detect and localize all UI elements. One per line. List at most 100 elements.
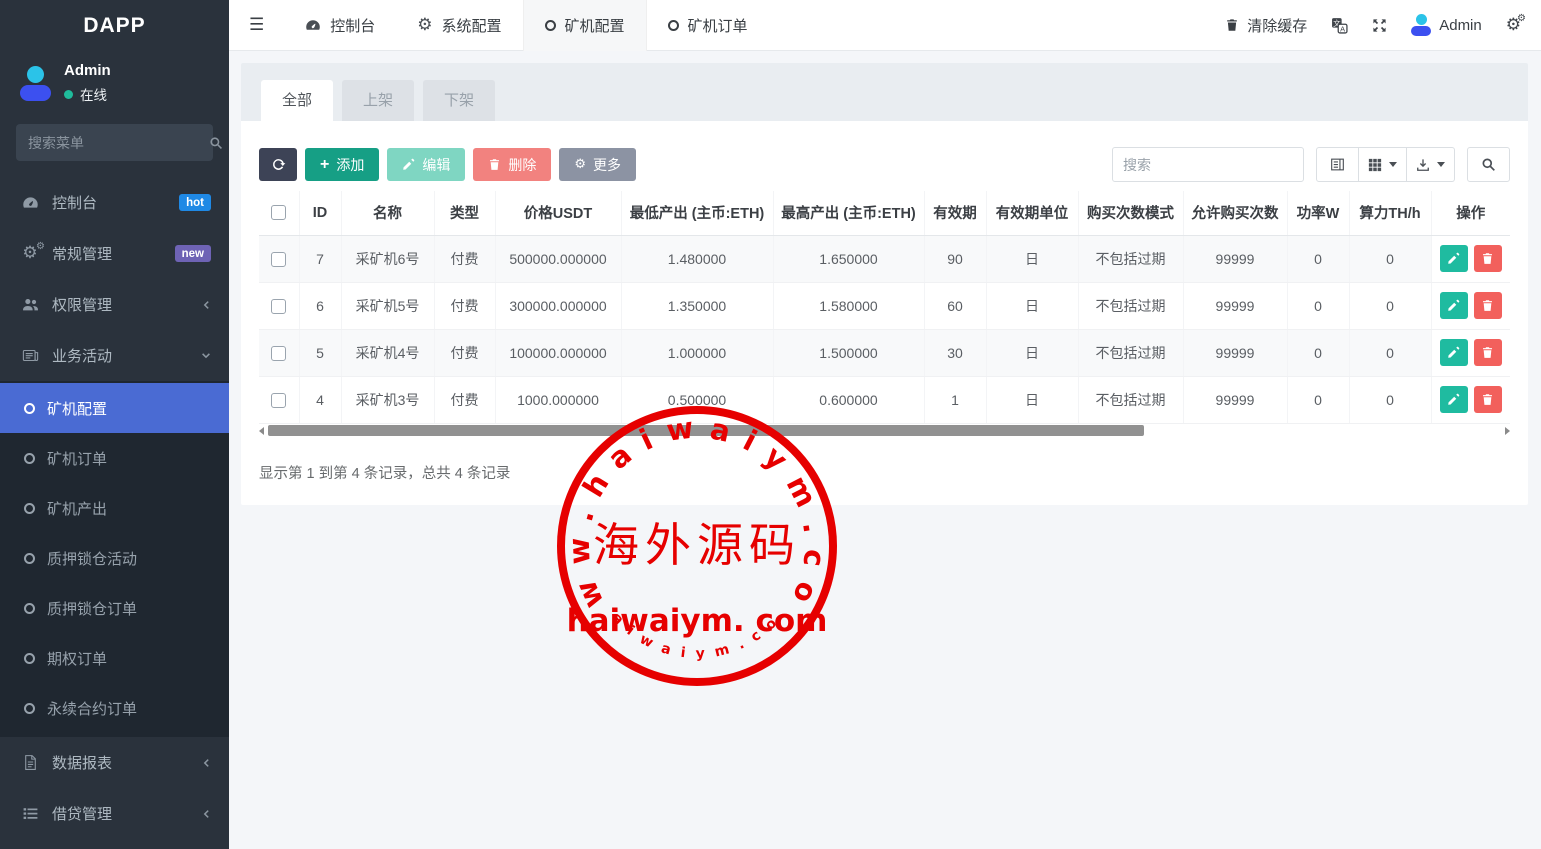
pencil-icon — [402, 158, 415, 171]
hamburger-menu-icon[interactable]: ☰ — [229, 15, 284, 35]
online-status-dot — [64, 90, 73, 99]
refresh-button[interactable] — [259, 148, 297, 181]
nav-tab-label: 系统配置 — [442, 15, 502, 36]
search-button[interactable] — [1467, 147, 1510, 182]
search-icon — [209, 136, 223, 150]
table-row: 5采矿机4号付费100000.0000001.0000001.50000030日… — [259, 329, 1510, 376]
avatar-head — [27, 66, 44, 83]
export-icon — [1416, 158, 1430, 172]
sidebar-item-label: 常规管理 — [52, 243, 112, 264]
nav-tab-system-config[interactable]: ⚙ 系统配置 — [396, 0, 522, 51]
row-checkbox[interactable] — [271, 393, 286, 408]
grid-icon — [1368, 158, 1382, 172]
chevron-left-icon — [202, 300, 211, 310]
column-header: 价格USDT — [495, 191, 621, 235]
circle-icon — [668, 20, 679, 31]
circle-icon — [24, 403, 35, 414]
horizontal-scrollbar — [259, 425, 1510, 437]
column-header: 最低产出 (主币:ETH) — [621, 191, 773, 235]
edit-row-button[interactable] — [1440, 292, 1468, 319]
more-button[interactable]: ⚙ 更多 — [559, 148, 636, 181]
plus-icon: + — [320, 157, 329, 173]
settings-cogs-icon[interactable]: ⚙⚙ — [1506, 17, 1521, 34]
sidebar-subitem[interactable]: 矿机订单 — [0, 433, 229, 483]
columns-button[interactable] — [1359, 147, 1407, 182]
export-button[interactable] — [1407, 147, 1455, 182]
sidebar-subitem[interactable]: 永续合约订单 — [0, 683, 229, 733]
sidebar-subitem[interactable]: 质押锁仓订单 — [0, 583, 229, 633]
table-search-input[interactable] — [1112, 147, 1304, 182]
sidebar-subitem[interactable]: 质押锁仓活动 — [0, 533, 229, 583]
detail-view-button[interactable] — [1316, 147, 1359, 182]
edit-button[interactable]: 编辑 — [387, 148, 465, 181]
gauge-icon — [305, 17, 321, 33]
table-body: 7采矿机6号付费500000.0000001.4800001.65000090日… — [259, 235, 1510, 423]
main-content: 全部 上架 下架 + 添加 编辑 删除 — [229, 51, 1541, 849]
row-checkbox[interactable] — [271, 346, 286, 361]
sidebar-item-general[interactable]: ⚙⚙ 常规管理 new — [0, 228, 229, 279]
tab-all[interactable]: 全部 — [261, 80, 333, 121]
sidebar-search-input[interactable] — [28, 135, 209, 151]
user-name: Admin — [1439, 17, 1482, 34]
svg-text:A: A — [1340, 24, 1345, 33]
fullscreen-icon[interactable] — [1372, 18, 1387, 33]
scrollbar-thumb[interactable] — [268, 425, 1144, 436]
sidebar-item-business[interactable]: 业务活动 — [0, 330, 229, 381]
user-menu[interactable]: Admin — [1411, 14, 1482, 36]
tab-off-shelf[interactable]: 下架 — [423, 80, 495, 121]
trash-icon — [1481, 252, 1494, 265]
sidebar-subitem[interactable]: 矿机配置 — [0, 383, 229, 433]
panel: 全部 上架 下架 + 添加 编辑 删除 — [241, 63, 1528, 505]
sidebar-item-label: 权限管理 — [52, 294, 112, 315]
delete-row-button[interactable] — [1474, 292, 1502, 319]
sidebar-item-label: 业务活动 — [52, 345, 112, 366]
sidebar-item-reports[interactable]: 数据报表 — [0, 737, 229, 788]
new-badge: new — [175, 245, 211, 262]
caret-down-icon — [1437, 162, 1445, 167]
clear-cache-button[interactable]: 清除缓存 — [1225, 15, 1307, 36]
column-header: 名称 — [341, 191, 434, 235]
circle-icon — [24, 653, 35, 664]
sidebar-item-dashboard[interactable]: 控制台 hot — [0, 177, 229, 228]
delete-row-button[interactable] — [1474, 245, 1502, 272]
user-panel: Admin 在线 — [0, 52, 229, 118]
nav-tab-label: 控制台 — [330, 15, 375, 36]
circle-icon — [24, 703, 35, 714]
toolbar: + 添加 编辑 删除 ⚙ 更多 — [259, 147, 1510, 182]
hot-badge: hot — [179, 194, 211, 211]
sidebar-item-lending[interactable]: 借贷管理 — [0, 788, 229, 839]
delete-row-button[interactable] — [1474, 339, 1502, 366]
trash-icon — [1481, 346, 1494, 359]
column-header: 最高产出 (主币:ETH) — [773, 191, 924, 235]
edit-row-button[interactable] — [1440, 386, 1468, 413]
delete-button[interactable]: 删除 — [473, 148, 551, 181]
add-button[interactable]: + 添加 — [305, 148, 379, 181]
pencil-icon — [1447, 252, 1460, 265]
sidebar-subitem[interactable]: 期权订单 — [0, 633, 229, 683]
sidebar-subitem[interactable]: 矿机产出 — [0, 483, 229, 533]
list-icon — [20, 805, 40, 822]
translate-icon[interactable]: 文A — [1331, 17, 1348, 34]
edit-row-button[interactable] — [1440, 245, 1468, 272]
tab-on-shelf[interactable]: 上架 — [342, 80, 414, 121]
filter-tabs: 全部 上架 下架 — [241, 63, 1528, 121]
avatar — [1411, 14, 1431, 36]
row-checkbox[interactable] — [271, 252, 286, 267]
pencil-icon — [1447, 346, 1460, 359]
select-all-checkbox[interactable] — [271, 205, 286, 220]
top-navbar: ☰ 控制台 ⚙ 系统配置 矿机配置 矿机订单 清除缓存 文A — [229, 0, 1541, 51]
scroll-right-arrow[interactable] — [1505, 427, 1510, 435]
circle-icon — [24, 453, 35, 464]
nav-tab-miner-config[interactable]: 矿机配置 — [523, 0, 647, 51]
edit-row-button[interactable] — [1440, 339, 1468, 366]
nav-tab-miner-orders[interactable]: 矿机订单 — [647, 0, 769, 51]
cogs-icon: ⚙⚙ — [20, 245, 40, 262]
trash-icon — [1481, 299, 1494, 312]
scroll-left-arrow[interactable] — [259, 427, 264, 435]
delete-row-button[interactable] — [1474, 386, 1502, 413]
column-header: 类型 — [434, 191, 495, 235]
search-icon — [1481, 157, 1496, 172]
sidebar-item-permissions[interactable]: 权限管理 — [0, 279, 229, 330]
row-checkbox[interactable] — [271, 299, 286, 314]
nav-tab-dashboard[interactable]: 控制台 — [284, 0, 396, 51]
